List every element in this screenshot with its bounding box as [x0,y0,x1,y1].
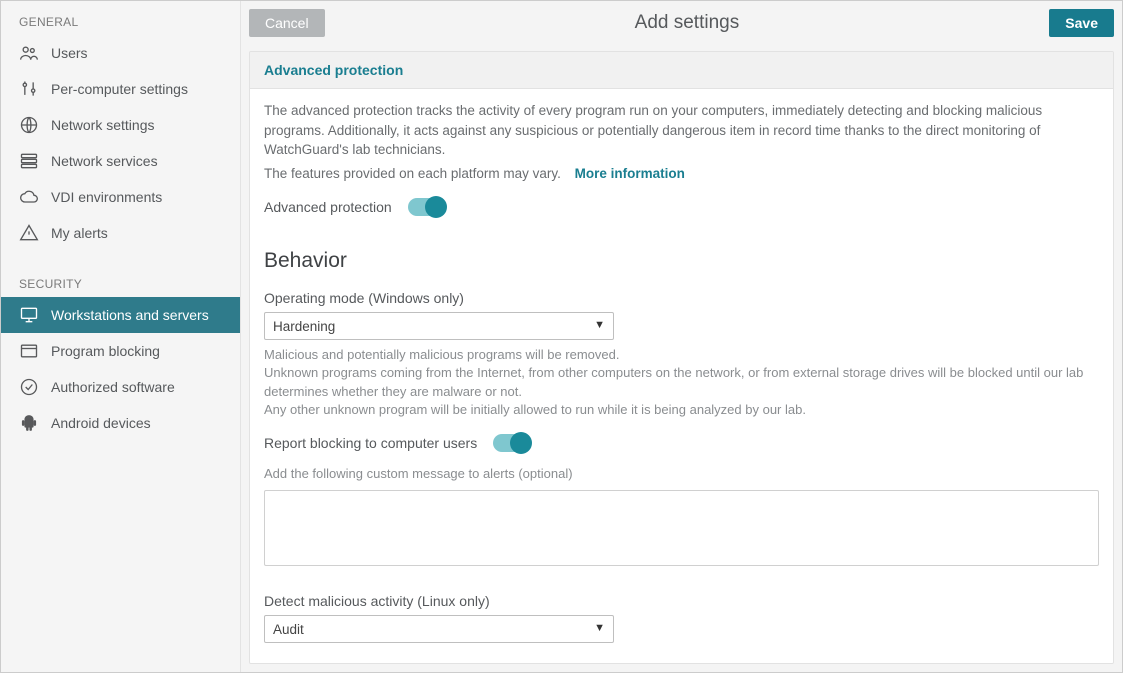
panel-section-title: Advanced protection [250,52,1113,89]
topbar: Cancel Add settings Save [241,1,1122,45]
report-blocking-label: Report blocking to computer users [264,433,477,453]
sidebar-item-my-alerts[interactable]: My alerts [1,215,240,251]
users-icon [19,43,39,63]
sidebar-section-general-title: GENERAL [1,7,240,35]
chevron-down-icon: ▼ [594,621,605,637]
sidebar-item-label: Network settings [51,117,154,133]
sidebar: GENERAL Users Per-computer settings Netw… [1,1,241,672]
advanced-protection-toggle[interactable] [408,198,446,216]
sidebar-item-label: My alerts [51,225,108,241]
op-mode-help-line1: Malicious and potentially malicious prog… [264,346,1099,364]
sidebar-item-android-devices[interactable]: Android devices [1,405,240,441]
check-circle-icon [19,377,39,397]
settings-panel: Advanced protection The advanced protect… [249,51,1114,664]
cancel-button[interactable]: Cancel [249,9,325,37]
detect-linux-label: Detect malicious activity (Linux only) [264,591,1099,611]
intro-text-2: The features provided on each platform m… [264,164,1099,184]
page-title: Add settings [325,12,1050,34]
sidebar-item-network-settings[interactable]: Network settings [1,107,240,143]
custom-message-label: Add the following custom message to aler… [264,465,1099,483]
custom-message-textarea[interactable] [264,490,1099,566]
operating-mode-select[interactable]: Hardening ▼ [264,312,614,340]
sidebar-item-label: Android devices [51,415,151,431]
detect-linux-select[interactable]: Audit ▼ [264,615,614,643]
behavior-heading: Behavior [264,246,1099,276]
sidebar-item-users[interactable]: Users [1,35,240,71]
sidebar-item-label: Program blocking [51,343,160,359]
monitor-icon [19,305,39,325]
cloud-icon [19,187,39,207]
sidebar-item-label: Network services [51,153,158,169]
sidebar-item-program-blocking[interactable]: Program blocking [1,333,240,369]
sidebar-item-label: Workstations and servers [51,307,209,323]
operating-mode-value: Hardening [273,317,335,337]
report-blocking-toggle[interactable] [493,434,531,452]
alert-triangle-icon [19,223,39,243]
sidebar-item-authorized-software[interactable]: Authorized software [1,369,240,405]
sidebar-item-label: Authorized software [51,379,175,395]
advanced-protection-label: Advanced protection [264,197,392,217]
sidebar-item-label: Users [51,45,88,61]
sidebar-section-security-title: SECURITY [1,269,240,297]
main-area: Cancel Add settings Save Advanced protec… [241,1,1122,672]
detect-linux-value: Audit [273,620,304,640]
save-button[interactable]: Save [1049,9,1114,37]
more-information-link[interactable]: More information [575,166,685,181]
op-mode-help-line2: Unknown programs coming from the Interne… [264,364,1099,400]
sidebar-item-network-services[interactable]: Network services [1,143,240,179]
chevron-down-icon: ▼ [594,318,605,334]
window-icon [19,341,39,361]
sidebar-item-label: VDI environments [51,189,162,205]
op-mode-help-line3: Any other unknown program will be initia… [264,401,1099,419]
sidebar-item-per-computer-settings[interactable]: Per-computer settings [1,71,240,107]
intro-text-2-left: The features provided on each platform m… [264,166,561,181]
sidebar-item-vdi-environments[interactable]: VDI environments [1,179,240,215]
operating-mode-help: Malicious and potentially malicious prog… [264,346,1099,419]
operating-mode-label: Operating mode (Windows only) [264,288,1099,308]
globe-icon [19,115,39,135]
android-icon [19,413,39,433]
sidebar-item-label: Per-computer settings [51,81,188,97]
intro-text-1: The advanced protection tracks the activ… [264,101,1099,160]
sidebar-item-workstations-and-servers[interactable]: Workstations and servers [1,297,240,333]
settings-wires-icon [19,79,39,99]
server-stack-icon [19,151,39,171]
